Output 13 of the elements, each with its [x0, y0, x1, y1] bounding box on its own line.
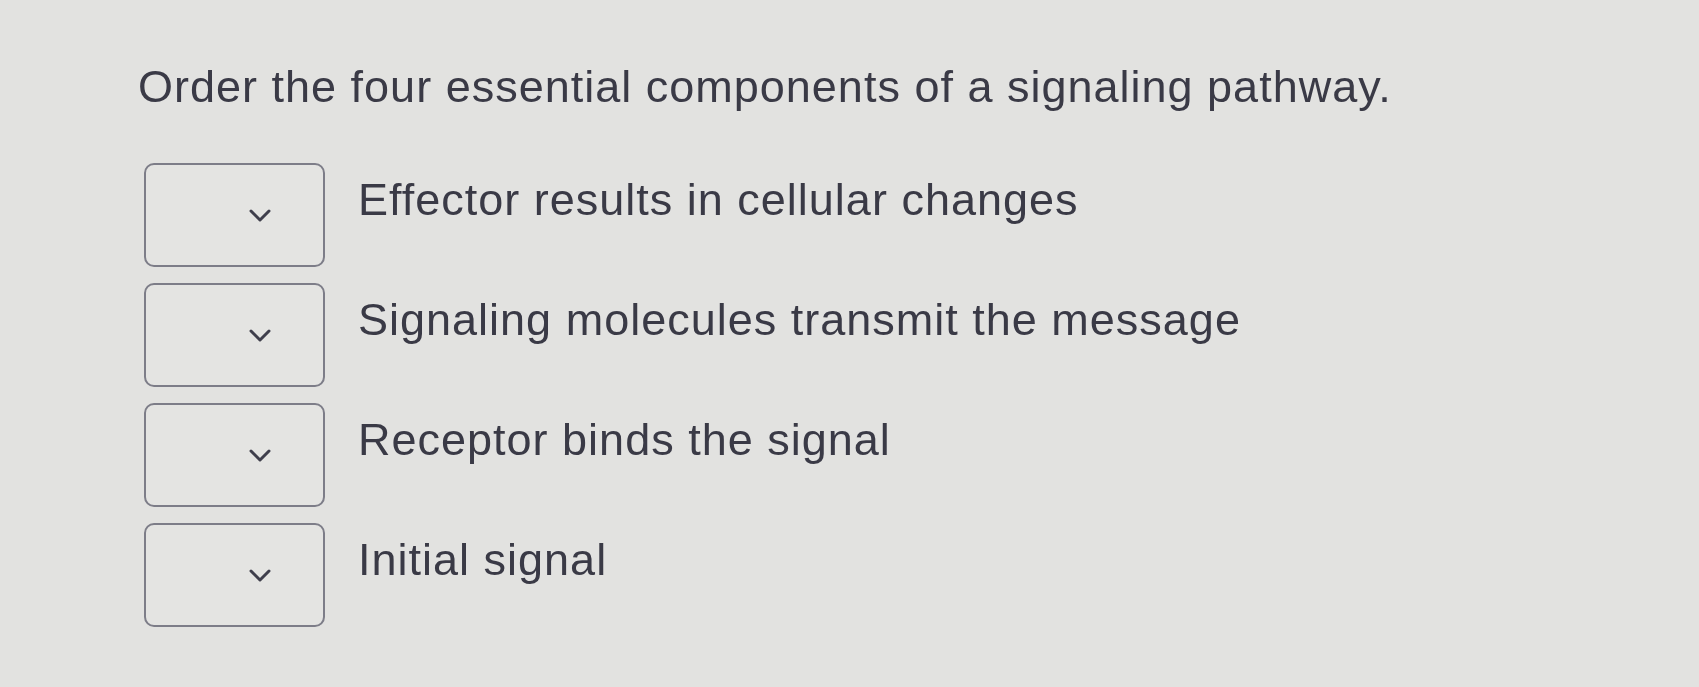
item-label: Effector results in cellular changes [358, 173, 1079, 227]
order-dropdown[interactable] [144, 163, 325, 267]
item-label: Signaling molecules transmit the message [358, 293, 1241, 347]
chevron-down-icon [249, 328, 271, 342]
chevron-down-icon [249, 448, 271, 462]
order-dropdown[interactable] [144, 283, 325, 387]
item-label: Receptor binds the signal [358, 413, 891, 467]
chevron-down-icon [249, 568, 271, 582]
item-label: Initial signal [358, 533, 608, 587]
question-prompt: Order the four essential components of a signaling pathway. [138, 60, 1392, 114]
chevron-down-icon [249, 208, 271, 222]
order-dropdown[interactable] [144, 523, 325, 627]
order-dropdown[interactable] [144, 403, 325, 507]
